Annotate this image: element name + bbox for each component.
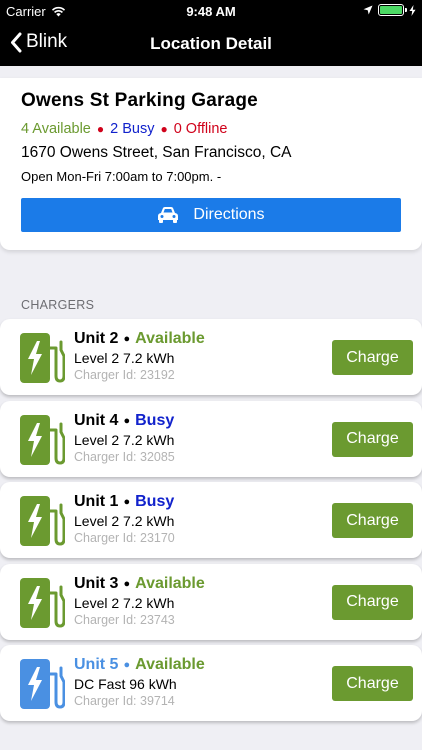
separator-dot: ● (123, 333, 131, 345)
location-card: Owens St Parking Garage 4 Available ● 2 … (0, 78, 422, 250)
charge-button[interactable]: Charge (332, 666, 413, 701)
back-label: Blink (26, 31, 68, 52)
status-right-group (363, 4, 416, 16)
unit-line: Unit 2 ● Available (74, 330, 205, 348)
nav-bar: Blink Location Detail (0, 22, 422, 66)
charge-button[interactable]: Charge (332, 584, 413, 620)
directions-button[interactable]: Directions (21, 198, 401, 232)
directions-label: Directions (193, 206, 265, 223)
location-hours: Open Mon-Fri 7:00am to 7:00pm. - (21, 169, 222, 184)
charging-bolt-icon (409, 4, 416, 16)
separator-dot: ● (123, 496, 131, 508)
status-bar: Carrier 9:48 AM (0, 0, 422, 22)
charger-card[interactable]: Unit 3 ● Available Level 2 7.2 kWh Charg… (0, 563, 422, 640)
unit-line: Unit 3 ● Available (74, 575, 205, 593)
charger-id: Charger Id: 23170 (74, 531, 175, 545)
back-button[interactable]: Blink (10, 31, 67, 53)
location-arrow-icon (363, 5, 373, 15)
charger-info: Unit 3 ● Available Level 2 7.2 kWh Charg… (74, 575, 205, 627)
charger-spec: Level 2 7.2 kWh (74, 513, 175, 529)
charger-card[interactable]: Unit 2 ● Available Level 2 7.2 kWh Charg… (0, 319, 422, 395)
charger-info: Unit 4 ● Busy Level 2 7.2 kWh Charger Id… (74, 412, 175, 464)
charger-card[interactable]: Unit 4 ● Busy Level 2 7.2 kWh Charger Id… (0, 400, 422, 477)
charger-status: Busy (135, 493, 175, 510)
charger-spec: Level 2 7.2 kWh (74, 350, 175, 366)
charger-card[interactable]: Unit 5 ● Available DC Fast 96 kWh Charge… (0, 645, 422, 721)
chargers-section-header: CHARGERS (21, 298, 95, 312)
charger-id: Charger Id: 23743 (74, 612, 175, 627)
separator-dot: ● (123, 414, 131, 427)
unit-line: Unit 5 ● Available (74, 656, 205, 674)
charger-status: Available (135, 574, 205, 592)
unit-line: Unit 4 ● Busy (74, 412, 175, 430)
charge-button[interactable]: Charge (332, 421, 413, 457)
location-name: Owens St Parking Garage (21, 90, 258, 111)
charger-card[interactable]: Unit 1 ● Busy Level 2 7.2 kWh Charger Id… (0, 482, 422, 558)
unit-name: Unit 3 (74, 574, 119, 592)
charger-id: Charger Id: 32085 (74, 449, 175, 464)
busy-count: 2 Busy (110, 121, 155, 137)
charger-status: Busy (135, 411, 175, 429)
charger-id: Charger Id: 39714 (74, 694, 175, 708)
charger-spec: Level 2 7.2 kWh (74, 431, 175, 448)
unit-name: Unit 5 (74, 656, 119, 673)
unit-name: Unit 2 (74, 330, 119, 347)
charger-list: Unit 2 ● Available Level 2 7.2 kWh Charg… (0, 319, 422, 727)
location-status-summary: 4 Available ● 2 Busy ● 0 Offline (21, 121, 402, 137)
charger-id: Charger Id: 23192 (74, 368, 175, 382)
charger-status: Available (135, 656, 205, 673)
separator-dot: ● (96, 122, 105, 136)
location-address: 1670 Owens Street, San Francisco, CA (21, 144, 292, 161)
charger-status: Available (135, 330, 205, 347)
unit-name: Unit 1 (74, 493, 119, 510)
ev-charger-icon (20, 577, 65, 628)
chevron-left-icon (11, 32, 22, 52)
ev-charger-icon (20, 659, 65, 709)
status-time: 9:48 AM (186, 4, 236, 19)
ev-charger-icon (20, 333, 65, 383)
charger-spec: Level 2 7.2 kWh (74, 594, 175, 611)
offline-count: 0 Offline (173, 121, 228, 137)
unit-line: Unit 1 ● Busy (74, 493, 175, 511)
separator-dot: ● (123, 577, 131, 590)
ev-charger-icon (20, 496, 65, 546)
charger-spec: DC Fast 96 kWh (74, 676, 177, 692)
car-icon (158, 207, 179, 223)
available-count: 4 Available (21, 121, 91, 137)
charge-button[interactable]: Charge (332, 340, 413, 375)
charger-info: Unit 5 ● Available DC Fast 96 kWh Charge… (74, 656, 205, 708)
charger-info: Unit 1 ● Busy Level 2 7.2 kWh Charger Id… (74, 493, 175, 545)
battery-icon (378, 4, 407, 16)
charge-button[interactable]: Charge (332, 503, 413, 538)
charger-info: Unit 2 ● Available Level 2 7.2 kWh Charg… (74, 330, 205, 382)
unit-name: Unit 4 (74, 411, 119, 429)
ev-charger-icon (20, 414, 65, 465)
separator-dot: ● (123, 659, 131, 671)
separator-dot: ● (160, 122, 168, 136)
